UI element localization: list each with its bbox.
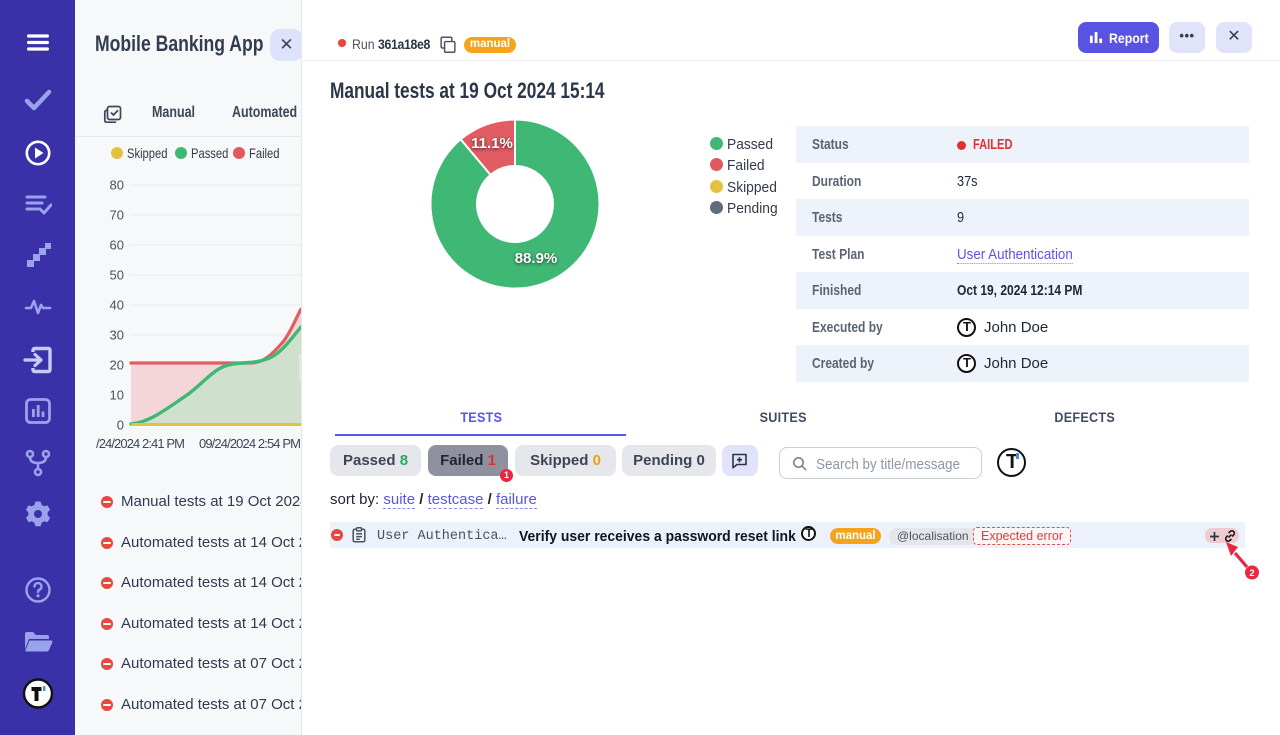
svg-text:30: 30 bbox=[110, 328, 124, 343]
svg-text:/24/2024 2:41 PM: /24/2024 2:41 PM bbox=[96, 436, 185, 451]
svg-text:20: 20 bbox=[110, 358, 124, 373]
svg-text:09/24/2024 2:54 PM: 09/24/2024 2:54 PM bbox=[199, 436, 301, 451]
svg-text:2: 2 bbox=[1249, 568, 1254, 579]
svg-text:40: 40 bbox=[110, 298, 124, 313]
svg-text:80: 80 bbox=[110, 178, 124, 193]
svg-text:60: 60 bbox=[110, 238, 124, 253]
svg-text:50: 50 bbox=[110, 268, 124, 283]
svg-text:88.9%: 88.9% bbox=[515, 250, 558, 267]
svg-text:70: 70 bbox=[110, 208, 124, 223]
svg-text:0: 0 bbox=[117, 418, 124, 433]
svg-text:10: 10 bbox=[110, 388, 124, 403]
svg-text:11.1%: 11.1% bbox=[471, 135, 513, 152]
